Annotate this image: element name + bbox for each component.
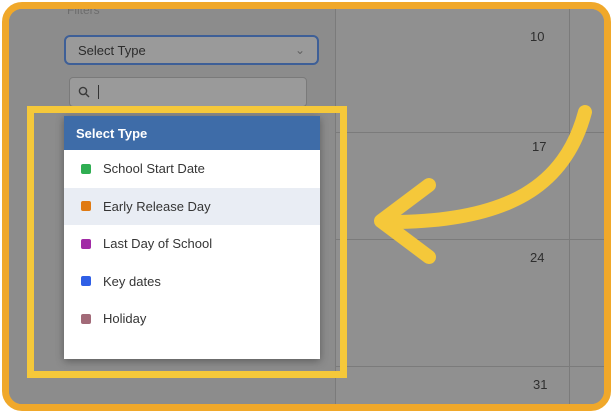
screenshot-frame: Filters Select Type ⌄ 10 17 24 31 Select… xyxy=(2,2,611,411)
callout-arrow-icon xyxy=(374,105,592,264)
